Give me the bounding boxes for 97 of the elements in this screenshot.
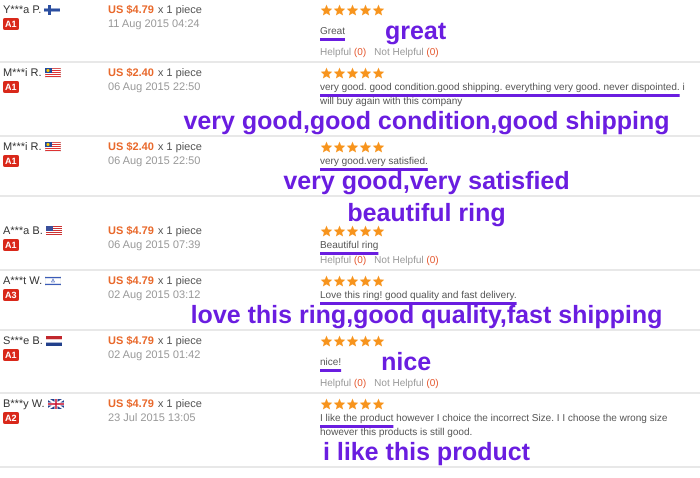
star-icon [359, 4, 372, 16]
not-helpful-link[interactable]: Not Helpful (0) [374, 47, 439, 59]
star-icon [346, 225, 359, 237]
review-date: 02 Aug 2015 03:12 [108, 289, 202, 301]
quantity: x 1 piece [158, 398, 202, 410]
review-comment: very good.very satisfied. [320, 155, 429, 169]
review-date: 23 Jul 2015 13:05 [108, 412, 196, 424]
review-date: 06 Aug 2015 22:50 [108, 155, 202, 167]
flag-icon [46, 336, 62, 346]
review-comment: very good. good condition.good shipping. everything very good. never dispointed. i will buy again with this company [320, 81, 686, 109]
price: US $2.40 [108, 141, 154, 153]
star-icon [372, 67, 385, 79]
price: US $4.79 [108, 398, 154, 410]
price: US $4.79 [108, 4, 154, 16]
star-icon [320, 4, 333, 16]
quantity: x 1 piece [158, 335, 202, 347]
annotation-text: nice [381, 349, 432, 376]
reviewer-name: A***t W. [3, 275, 42, 287]
quantity: x 1 piece [158, 225, 202, 237]
not-helpful-link[interactable]: Not Helpful (0) [374, 255, 439, 267]
star-icon [372, 141, 385, 153]
quantity: x 1 piece [158, 275, 202, 287]
level-badge: A2 [3, 412, 19, 424]
annotation-text: very good,good condition,good shipping [183, 109, 670, 133]
annotation-text: i like this product [323, 440, 530, 464]
star-icon [346, 335, 359, 347]
flag-icon [44, 68, 61, 78]
level-badge: A1 [3, 155, 19, 167]
annotation-text: love this ring,good quality,fast shipping [190, 303, 662, 327]
flag-icon [44, 142, 61, 152]
star-icon [372, 335, 385, 347]
reviewer-name: A***a B. [3, 225, 43, 237]
star-icon [320, 335, 333, 347]
review-date: 02 Aug 2015 01:42 [108, 349, 202, 361]
review-comment: nice! [320, 356, 342, 370]
level-badge: A1 [3, 349, 19, 361]
not-helpful-link[interactable]: Not Helpful (0) [374, 378, 439, 390]
star-icon [333, 141, 346, 153]
star-icon [320, 275, 333, 287]
star-icon [346, 398, 359, 410]
annotation-text: very good,very satisfied [283, 169, 570, 193]
star-icon [333, 4, 346, 16]
level-badge: A1 [3, 18, 19, 30]
star-icon [346, 275, 359, 287]
price: US $4.79 [108, 335, 154, 347]
review-comment: I like the product however I choice the incorrect Size. I I choose the wrong size however this products is still good. [320, 412, 668, 440]
review-comment: Great [320, 24, 346, 38]
quantity: x 1 piece [158, 141, 202, 153]
annotation-text: great [385, 18, 446, 45]
reviewer-name: M***i R. [3, 141, 42, 153]
flag-icon [48, 399, 64, 409]
star-icon [372, 398, 385, 410]
star-icon [320, 225, 333, 237]
level-badge: A1 [3, 239, 19, 251]
level-badge: A1 [3, 81, 19, 93]
star-icon [333, 398, 346, 410]
flag-icon [46, 226, 62, 236]
helpful-link[interactable]: Helpful (0) [320, 378, 366, 390]
review-comment: Beautiful ring [320, 239, 380, 253]
reviewer-name: B***y W. [3, 398, 45, 410]
price: US $2.40 [108, 67, 154, 79]
star-icon [333, 225, 346, 237]
level-badge: A3 [3, 289, 19, 301]
star-icon [359, 335, 372, 347]
price: US $4.79 [108, 225, 154, 237]
star-icon [320, 67, 333, 79]
star-icon [359, 225, 372, 237]
star-icon [346, 141, 359, 153]
flag-icon [44, 5, 60, 15]
star-icon [372, 275, 385, 287]
reviewer-name: M***i R. [3, 67, 42, 79]
star-icon [333, 335, 346, 347]
quantity: x 1 piece [158, 67, 202, 79]
flag-icon [45, 276, 62, 286]
helpful-link[interactable]: Helpful (0) [320, 47, 366, 59]
star-icon [372, 225, 385, 237]
review-date: 06 Aug 2015 22:50 [108, 81, 202, 93]
star-icon [359, 398, 372, 410]
star-icon [372, 4, 385, 16]
star-icon [320, 141, 333, 153]
price: US $4.79 [108, 275, 154, 287]
star-icon [333, 275, 346, 287]
review-comment: Love this ring! good quality and fast delivery. [320, 289, 518, 303]
helpful-link[interactable]: Helpful (0) [320, 255, 366, 267]
star-icon [359, 67, 372, 79]
star-icon [359, 275, 372, 287]
star-icon [333, 67, 346, 79]
star-icon [346, 67, 359, 79]
reviewer-name: S***e B. [3, 335, 43, 347]
review-date: 06 Aug 2015 07:39 [108, 239, 202, 251]
reviewer-name: Y***a P. [3, 4, 42, 16]
star-icon [346, 4, 359, 16]
review-date: 11 Aug 2015 04:24 [108, 18, 201, 30]
star-icon [359, 141, 372, 153]
star-icon [320, 398, 333, 410]
quantity: x 1 piece [158, 4, 202, 16]
annotation-text: beautiful ring [347, 201, 506, 225]
